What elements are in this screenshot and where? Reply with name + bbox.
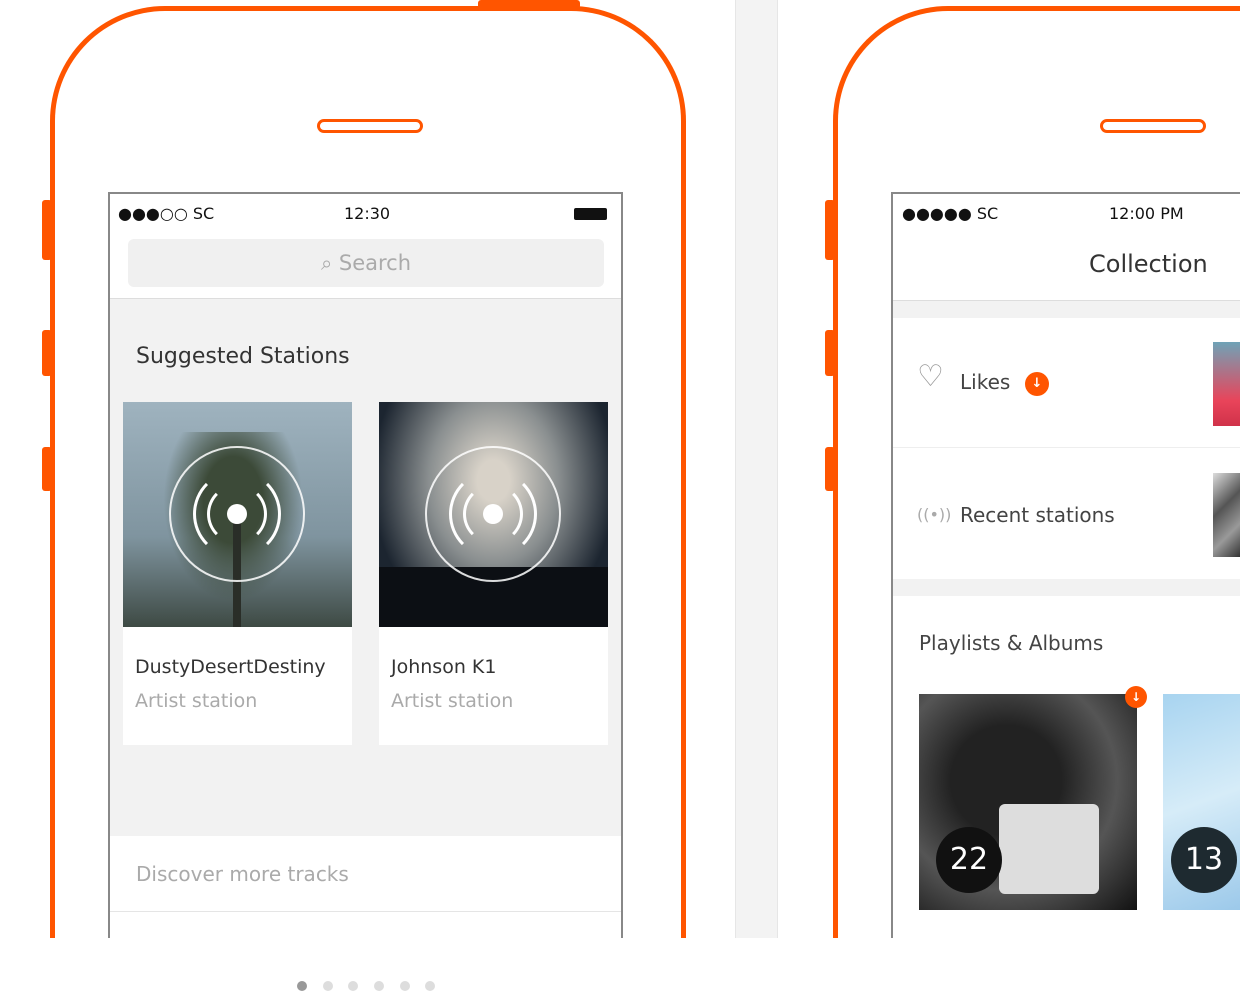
battery-icon	[574, 208, 607, 220]
download-icon: ↓	[1025, 372, 1049, 396]
status-bar: ●●●○○ SC 12:30	[110, 194, 621, 236]
recent-stations-row[interactable]: ((•)) Recent stations	[893, 449, 1240, 579]
station-artwork	[123, 402, 352, 627]
page-dot[interactable]	[400, 981, 410, 991]
carrier: ●●●●● SC	[902, 204, 999, 223]
clock: 12:30	[344, 204, 391, 223]
station-title: Johnson K1	[391, 656, 497, 678]
download-icon: ↓	[1125, 686, 1147, 708]
station-subtitle: Artist station	[135, 690, 258, 712]
track-count: 13	[1171, 827, 1237, 893]
discover-row[interactable]: Discover more tracks	[110, 836, 621, 912]
section-title: Playlists & Albums	[919, 631, 1104, 655]
likes-label: Likes	[960, 370, 1011, 394]
page-dot-active[interactable]	[297, 981, 307, 991]
radio-station-icon	[425, 446, 561, 582]
page-dot[interactable]	[348, 981, 358, 991]
spacer	[893, 300, 1240, 318]
station-card[interactable]: Johnson K1 Artist station	[379, 402, 608, 745]
station-card[interactable]: DustyDesertDestiny Artist station	[123, 402, 352, 745]
track-count: 22	[936, 827, 1002, 893]
station-subtitle: Artist station	[391, 690, 514, 712]
clock: 12:00 PM	[1109, 204, 1184, 223]
playlist-artwork[interactable]: 13	[1163, 694, 1240, 910]
page-dot[interactable]	[425, 981, 435, 991]
radio-station-icon	[169, 446, 305, 582]
search-icon: ⌕	[320, 251, 333, 275]
screen-right: ●●●●● SC 12:00 PM Collection ♡ Likes ↓ (…	[891, 192, 1240, 938]
likes-row[interactable]: ♡ Likes ↓	[893, 318, 1240, 448]
page-dot[interactable]	[323, 981, 333, 991]
speaker	[1100, 119, 1206, 133]
spacer	[893, 579, 1240, 596]
discover-label: Discover more tracks	[136, 862, 349, 886]
search-placeholder: Search	[338, 251, 412, 275]
carrier: ●●●○○ SC	[118, 204, 215, 223]
playlist-artwork[interactable]: 22	[919, 694, 1137, 910]
divider-strip	[735, 0, 778, 938]
page-dot[interactable]	[374, 981, 384, 991]
station-artwork	[379, 402, 608, 627]
likes-artwork	[1213, 342, 1240, 426]
station-title: DustyDesertDestiny	[135, 656, 326, 678]
recent-stations-label: Recent stations	[960, 503, 1115, 527]
screen-left: ●●●○○ SC 12:30 ⌕ Search Suggested Statio…	[108, 192, 623, 991]
heart-icon: ♡	[917, 359, 944, 394]
page-title: Collection	[1089, 250, 1208, 278]
recent-stations-artwork	[1213, 473, 1240, 557]
speaker	[317, 119, 423, 133]
section-title: Suggested Stations	[136, 344, 350, 369]
status-bar: ●●●●● SC 12:00 PM	[893, 194, 1240, 236]
radio-icon: ((•))	[917, 505, 952, 524]
search-input[interactable]: ⌕ Search	[128, 239, 604, 287]
